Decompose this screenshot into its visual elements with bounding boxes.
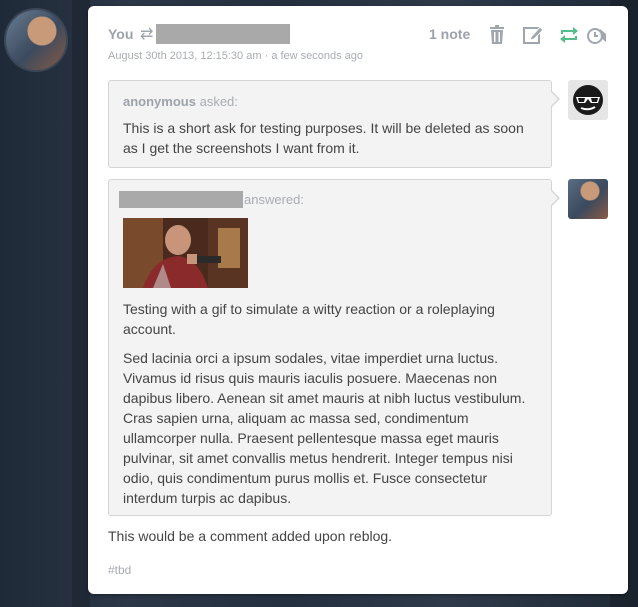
author-name[interactable]: You [108,26,133,42]
trash-icon[interactable] [486,24,508,46]
ask-header: anonymous asked: [123,92,238,112]
anonymous-avatar[interactable] [568,80,608,120]
redacted-blog-name [156,24,290,44]
post-date: August 30th 2013, 12:15:30 am [108,50,262,62]
ask-bubble: anonymous asked: This is a short ask for… [108,80,560,168]
post-header: You ⇄ August 30th 2013, 12:15:30 am · a … [108,24,628,64]
asked-label: asked: [199,94,238,109]
reblog-icon[interactable] [558,24,580,46]
relative-time: a few seconds ago [271,50,364,62]
ask-question: This is a short ask for testing purposes… [123,120,524,156]
blog-avatar[interactable] [4,8,68,72]
answer-paragraph-1: Testing with a gif to simulate a witty r… [123,301,495,337]
answered-label: answered: [244,192,304,207]
reblog-small-icon: ⇄ [140,26,154,43]
post-card: You ⇄ August 30th 2013, 12:15:30 am · a … [88,6,628,594]
anonymous-sunglasses-icon [573,85,603,115]
edit-icon[interactable] [522,24,544,46]
reaction-gif [123,218,248,288]
post-tag[interactable]: #tbd [108,563,131,577]
answerer-avatar[interactable] [568,179,608,219]
answer-bubble: answered: Testing with a gif to simulate… [108,179,560,516]
queue-icon[interactable] [586,24,608,46]
reblog-comment: This would be a comment added upon reblo… [108,528,393,544]
notes-count[interactable]: 1 note [429,26,470,42]
answer-paragraph-2: Sed lacinia orci a ipsum sodales, vitae … [123,350,526,506]
bubble-pointer [550,189,560,207]
post-timestamp: August 30th 2013, 12:15:30 am · a few se… [108,50,363,62]
redacted-answerer-name [119,191,243,208]
bubble-pointer [550,90,560,108]
asker-name[interactable]: anonymous [123,94,196,109]
